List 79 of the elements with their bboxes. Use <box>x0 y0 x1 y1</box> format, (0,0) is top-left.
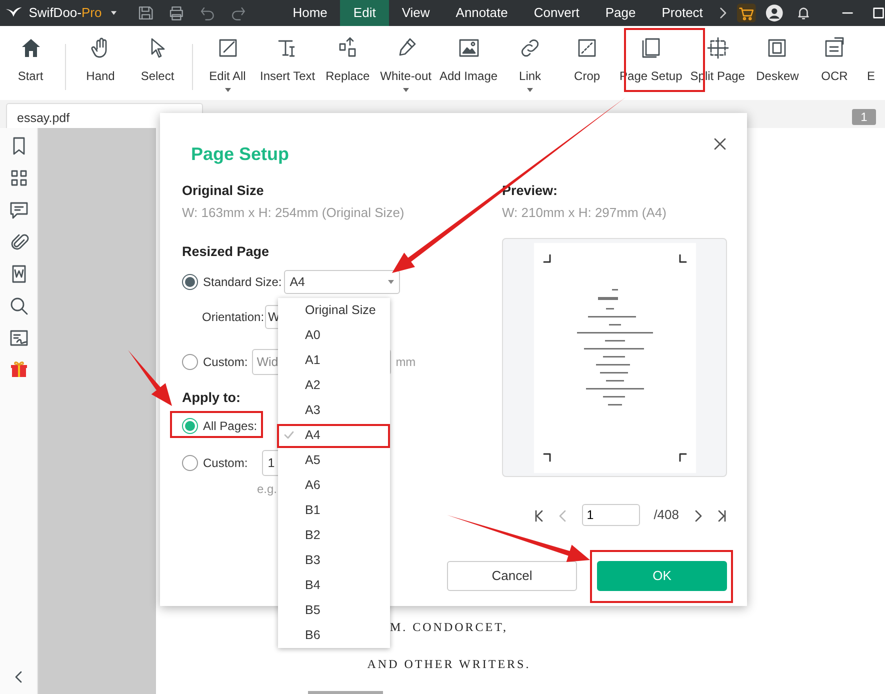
check-icon <box>284 431 294 439</box>
field-label: Orientation: <box>202 309 264 326</box>
menu-item[interactable]: A5 <box>278 448 390 473</box>
save-icon[interactable] <box>137 4 154 22</box>
document-text: AND OTHER WRITERS. <box>367 657 531 671</box>
radio-button[interactable] <box>182 418 198 434</box>
page-number-field[interactable]: 1 <box>582 504 640 526</box>
toolbar-button[interactable]: Link <box>502 36 559 92</box>
caret-icon <box>388 280 394 284</box>
split-page-icon <box>706 36 730 60</box>
toolbar-button[interactable]: Add Image <box>436 36 502 92</box>
close-icon <box>713 136 727 151</box>
page-total: /408 <box>654 506 679 524</box>
cart-icon[interactable] <box>737 3 756 23</box>
radio-label: All Pages: <box>203 418 258 435</box>
toolbar-button[interactable]: Edit All <box>199 36 256 92</box>
unit-label: mm <box>396 354 416 371</box>
menu-tab[interactable]: Annotate <box>442 0 521 26</box>
menu-item[interactable]: A1 <box>278 348 390 373</box>
cancel-button[interactable]: Cancel <box>447 561 577 591</box>
menu-tab[interactable]: Convert <box>520 0 592 26</box>
toolbar-button[interactable]: Deskew <box>748 36 806 92</box>
radio-label: Standard Size: <box>203 274 282 291</box>
collapse-icon[interactable] <box>12 670 24 684</box>
gift-icon[interactable] <box>10 360 28 378</box>
annotation-arrow <box>128 350 172 406</box>
size-select[interactable]: A4 <box>284 270 400 294</box>
toolbar-button[interactable]: Start <box>2 36 59 82</box>
app-name: SwifDoo-Pro <box>28 4 102 22</box>
menu-tab[interactable]: Edit <box>340 0 389 26</box>
menu-item[interactable]: B3 <box>278 548 390 573</box>
menu-item[interactable]: Original Size <box>278 298 390 323</box>
signature-icon[interactable] <box>8 328 28 348</box>
maximize-icon[interactable] <box>872 6 885 20</box>
menu-item[interactable]: A0 <box>278 323 390 348</box>
print-icon[interactable] <box>168 4 185 22</box>
menu-tab[interactable]: Protect <box>648 0 716 26</box>
caret-icon[interactable] <box>110 10 118 16</box>
menu-item[interactable]: B6 <box>278 623 390 648</box>
section-heading: Apply to: <box>182 389 240 408</box>
toolbar-button[interactable]: Select <box>129 36 186 82</box>
section-heading: Resized Page <box>182 243 270 262</box>
radio-label: Custom: <box>203 354 248 371</box>
page-number-badge: 1 <box>852 109 876 125</box>
radio-button[interactable] <box>182 274 198 290</box>
menu-item[interactable]: B1 <box>278 498 390 523</box>
menu-item[interactable]: B2 <box>278 523 390 548</box>
menu-item[interactable]: A2 <box>278 373 390 398</box>
grid-icon[interactable] <box>8 168 28 188</box>
scrollbar-thumb[interactable] <box>308 691 383 694</box>
hint-text: e.g. <box>257 481 278 498</box>
toolbar-button[interactable]: White-out <box>376 36 436 92</box>
toolbar-button[interactable]: Replace <box>319 36 376 92</box>
dialog-title: Page Setup <box>191 143 290 166</box>
menu-item[interactable]: B4 <box>278 573 390 598</box>
section-heading: Original Size <box>182 182 264 200</box>
menu-item[interactable]: A3 <box>278 398 390 423</box>
toolbar-button[interactable]: Insert Text <box>256 36 320 92</box>
radio-label: Custom: <box>203 455 248 472</box>
menu-tab[interactable]: View <box>388 0 443 26</box>
menu-tab[interactable]: Page <box>592 0 649 26</box>
bell-icon[interactable] <box>796 5 811 21</box>
radio-button[interactable] <box>182 455 198 471</box>
chevron-right-icon[interactable] <box>718 6 728 20</box>
toolbar-button[interactable]: Crop <box>558 36 616 92</box>
search-icon[interactable] <box>8 296 28 316</box>
size-value: W: 163mm x H: 254mm (Original Size) <box>182 204 406 222</box>
menu-item[interactable]: B5 <box>278 598 390 623</box>
comment-icon[interactable] <box>8 200 28 220</box>
toolbar-button[interactable]: Hand <box>72 36 129 82</box>
toolbar-button[interactable]: E <box>866 36 875 92</box>
radio-button[interactable] <box>182 354 198 370</box>
paperclip-icon[interactable] <box>8 232 28 252</box>
size-value: W: 210mm x H: 297mm (A4) <box>502 204 668 222</box>
menu-item[interactable]: A6 <box>278 473 390 498</box>
document-text: M. CONDORCET, <box>390 620 508 634</box>
avatar-icon[interactable] <box>765 3 784 23</box>
menu-tab[interactable]: Home <box>280 0 340 26</box>
toolbar-button[interactable]: OCR <box>806 36 863 92</box>
